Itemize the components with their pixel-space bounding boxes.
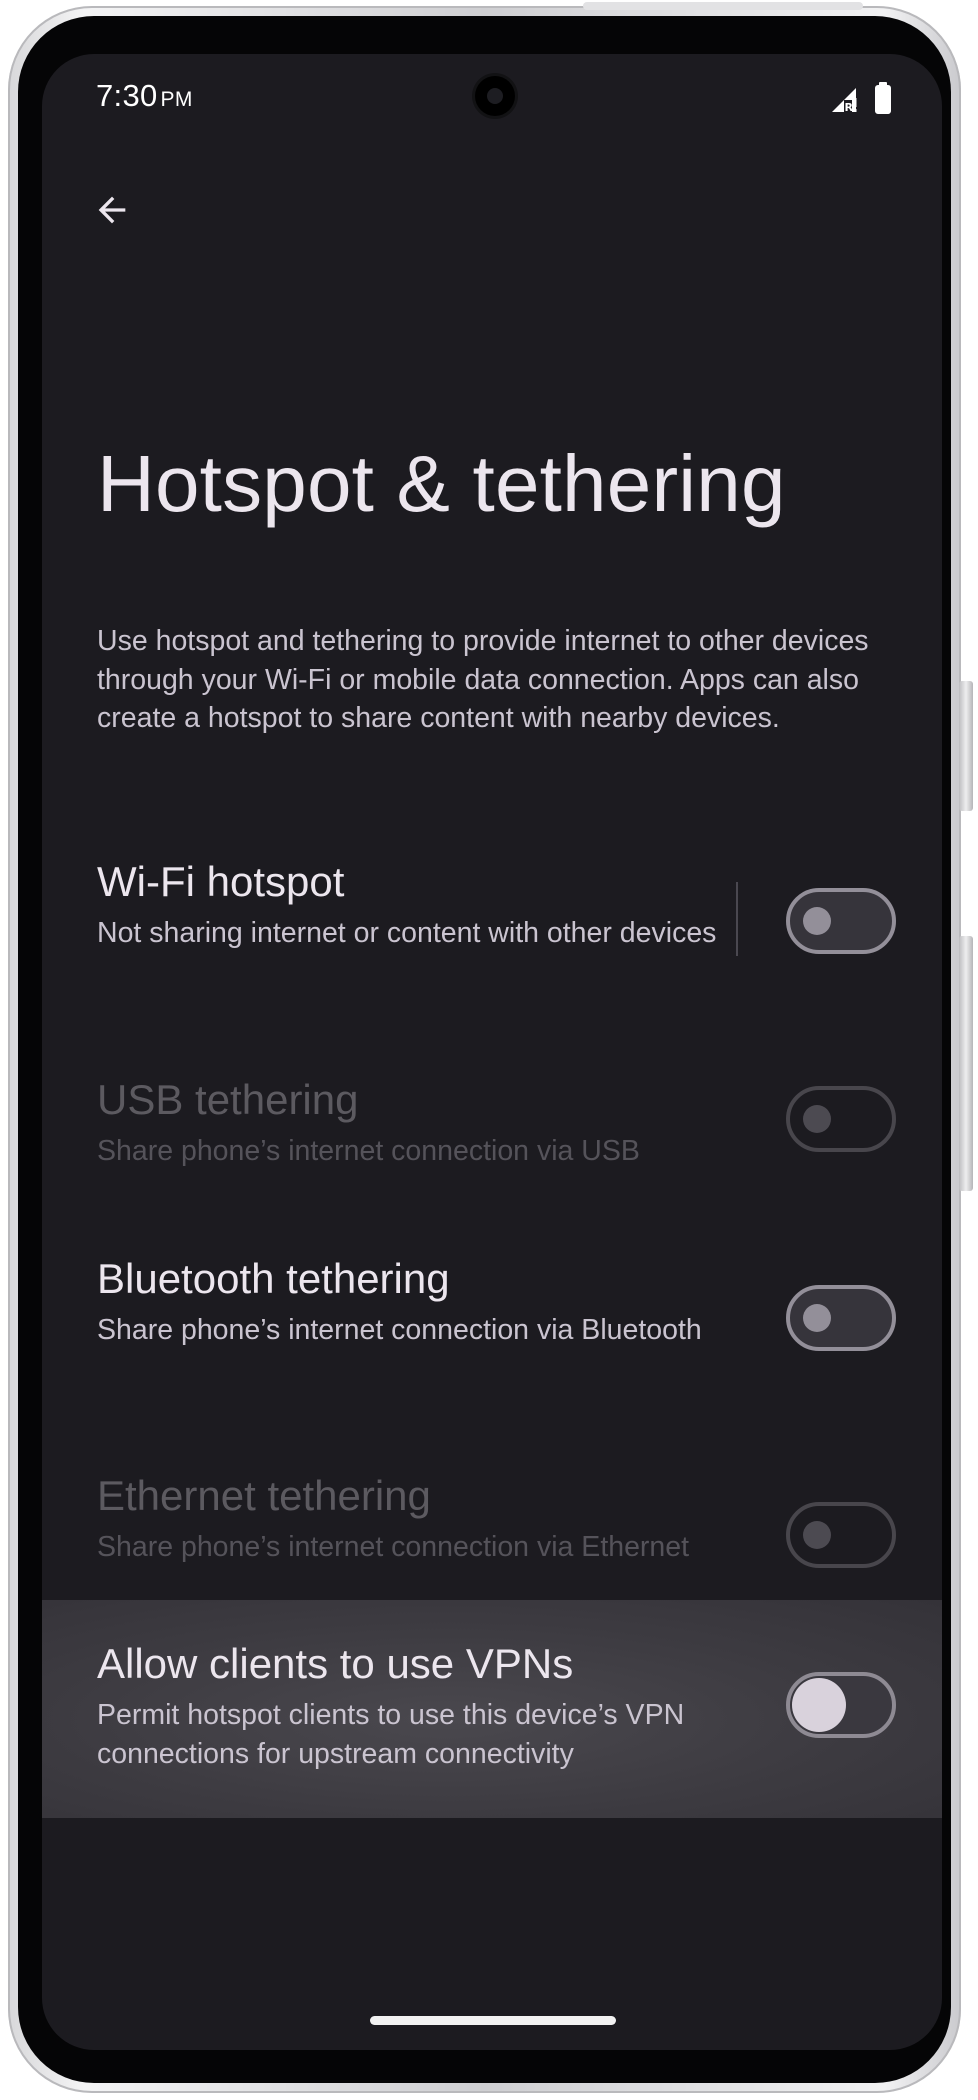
switch-knob	[803, 1304, 831, 1332]
setting-allow-vpn-clients[interactable]: Allow clients to use VPNs Permit hotspot…	[42, 1600, 942, 1818]
cell-signal-roaming-icon: R	[832, 88, 857, 114]
clock-ampm: PM	[160, 88, 193, 111]
setting-subtitle: Share phone’s internet connection via Et…	[97, 1531, 690, 1563]
setting-title: USB tethering	[97, 1076, 359, 1123]
setting-title: Bluetooth tethering	[97, 1255, 450, 1302]
setting-title: Ethernet tethering	[97, 1472, 431, 1519]
setting-subtitle: Share phone’s internet connection via Bl…	[97, 1314, 702, 1346]
setting-subtitle: Permit hotspot clients to use this devic…	[97, 1699, 685, 1770]
gesture-home-bar[interactable]	[370, 2016, 616, 2025]
ethernet-tethering-switch	[786, 1502, 896, 1568]
volume-rocker	[959, 936, 973, 1191]
status-icons: R	[830, 82, 892, 114]
bluetooth-tethering-switch[interactable]	[786, 1285, 896, 1351]
page-description: Use hotspot and tethering to provide int…	[97, 625, 869, 734]
allow-vpn-switch[interactable]	[786, 1672, 896, 1738]
row-divider	[736, 882, 738, 956]
setting-title: Wi-Fi hotspot	[97, 858, 345, 905]
svg-text:R: R	[845, 101, 854, 114]
setting-usb-tethering: USB tethering Share phone’s internet con…	[42, 1072, 942, 1182]
setting-subtitle: Not sharing internet or content with oth…	[97, 917, 717, 949]
setting-title: Allow clients to use VPNs	[97, 1640, 574, 1687]
switch-knob	[803, 1521, 831, 1549]
power-button	[959, 681, 973, 811]
switch-knob	[792, 1678, 846, 1732]
setting-bluetooth-tethering[interactable]: Bluetooth tethering Share phone’s intern…	[42, 1251, 942, 1401]
status-bar: 7:30 PM R	[42, 54, 942, 144]
page-title: Hotspot & tethering	[97, 439, 786, 528]
setting-wifi-hotspot[interactable]: Wi-Fi hotspot Not sharing internet or co…	[42, 854, 942, 1004]
screen: 7:30 PM R Hotspot & tethering Use hotspo…	[42, 54, 942, 2050]
status-clock: 7:30 PM	[96, 78, 193, 114]
clock-time: 7:30	[96, 78, 158, 113]
switch-knob	[803, 907, 831, 935]
usb-tethering-switch	[786, 1086, 896, 1152]
setting-ethernet-tethering: Ethernet tethering Share phone’s interne…	[42, 1468, 942, 1608]
setting-subtitle: Share phone’s internet connection via US…	[97, 1135, 640, 1167]
switch-knob	[803, 1105, 831, 1133]
front-camera	[475, 76, 515, 116]
battery-full-icon	[875, 82, 891, 114]
back-button[interactable]	[80, 178, 144, 242]
phone-frame: 7:30 PM R Hotspot & tethering Use hotspo…	[8, 2, 973, 2093]
arrow-back-icon	[98, 196, 126, 224]
wifi-hotspot-switch[interactable]	[786, 888, 896, 954]
top-edge-button	[583, 2, 863, 10]
